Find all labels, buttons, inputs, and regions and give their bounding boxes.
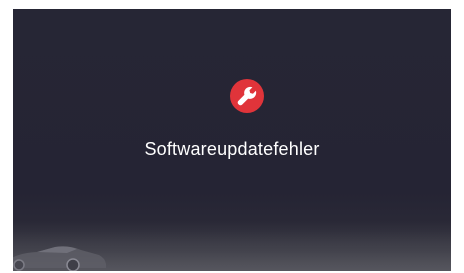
error-message: Softwareupdatefehler [144,139,320,159]
update-error-screen: Softwareupdatefehler [13,9,451,271]
wrench-icon [237,86,257,106]
car-silhouette-icon [13,246,106,271]
error-badge [230,79,264,113]
